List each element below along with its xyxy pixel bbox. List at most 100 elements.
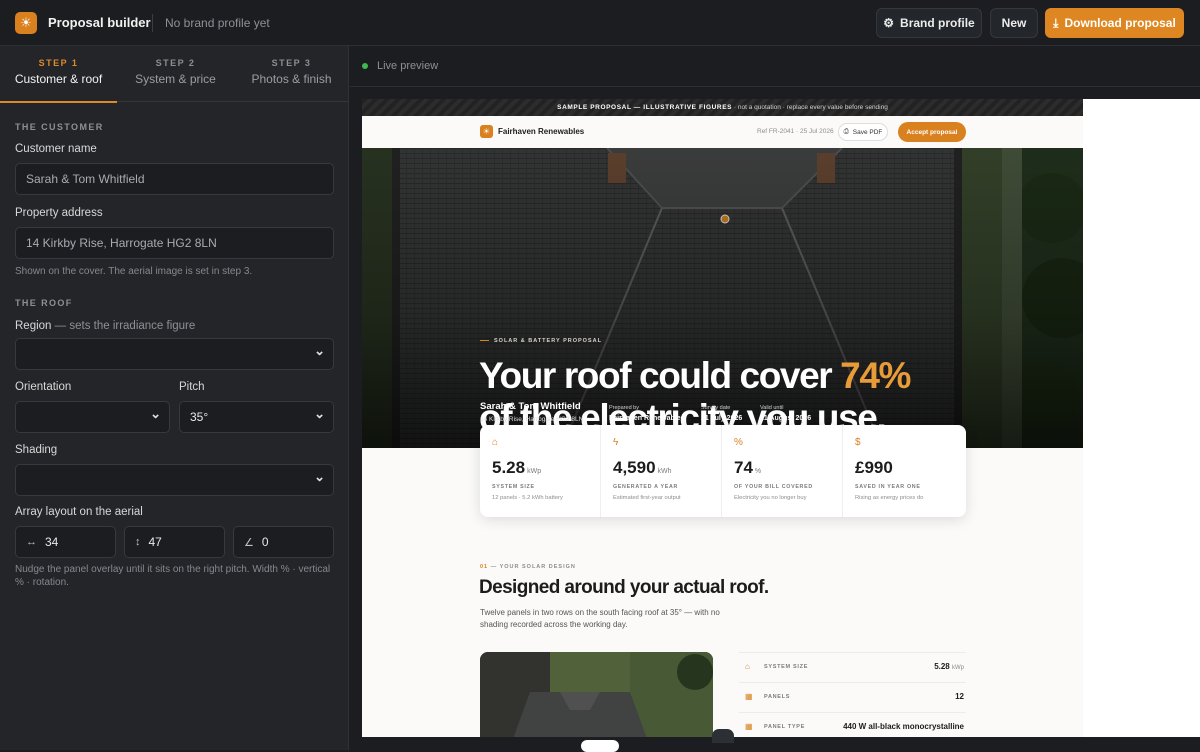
tab-step-3[interactable]: STEP 3 Photos & finish (233, 46, 350, 102)
house-icon: ⌂ (745, 662, 750, 671)
survey-date-value: 21 July 2026 (701, 415, 743, 422)
customer-name-value: Sarah & Tom Whitfield (26, 172, 145, 186)
array-vertical-input[interactable]: ↕ 47 (124, 526, 225, 558)
accept-proposal-button[interactable]: Accept proposal (898, 122, 966, 142)
section-eyebrow: 01 — YOUR SOLAR DESIGN (480, 564, 576, 570)
scroll-handle[interactable] (712, 729, 734, 743)
sample-banner: SAMPLE PROPOSAL — ILLUSTRATIVE FIGURES ·… (362, 99, 1083, 116)
array-rotation-value: 0 (261, 535, 269, 549)
section-title: Designed around your actual roof. (479, 577, 769, 598)
top-bar: ☀ Proposal builder No brand profile yet … (0, 0, 1200, 46)
stat-value: 4,590 kWh (613, 458, 672, 478)
array-help: Nudge the panel overlay until it sits on… (15, 564, 331, 588)
divider (152, 14, 153, 32)
step-label: System & price (135, 72, 216, 86)
bolt-icon: ϟ (613, 437, 619, 448)
region-select[interactable] (15, 338, 334, 370)
orientation-label: Orientation (15, 381, 72, 393)
vertical-arrows-icon: ↕ (135, 536, 141, 548)
stat-caption: SYSTEM SIZE (492, 484, 535, 490)
stat-value: £990 (855, 458, 895, 478)
sidebar: STEP 1 Customer & roof STEP 2 System & p… (0, 46, 349, 750)
array-width-input[interactable]: ↔ 34 (15, 526, 116, 558)
valid-until-label: Valid until (760, 405, 784, 411)
address-label: Property address (15, 207, 103, 219)
stat-value: 74% (734, 458, 761, 478)
angle-icon: ∠ (244, 536, 254, 549)
stat-unit: kWp (527, 468, 542, 475)
spec-number: 440 W all-black monocrystalline (843, 722, 964, 731)
survey-date-label: Survey date (701, 405, 731, 411)
array-layout-label: Array layout on the aerial (15, 506, 143, 518)
key-stats-card: ⌂ 5.28 kWp SYSTEM SIZE 12 panels · 5.2 kW… (480, 425, 966, 517)
orientation-select[interactable] (15, 401, 170, 433)
spec-value: 5.28 kWp (934, 662, 964, 671)
step-number: STEP 3 (271, 58, 312, 68)
step-number: STEP 1 (38, 58, 79, 68)
spec-number: 5.28 (934, 662, 950, 671)
accept-label: Accept proposal (906, 128, 958, 136)
download-proposal-button[interactable]: ⤓ Download proposal (1045, 8, 1184, 38)
spec-key: PANEL TYPE (764, 724, 806, 730)
array-vertical-value: 47 (148, 535, 162, 549)
company-logo-icon: ☀ (480, 125, 493, 138)
panel-icon: ▦ (745, 722, 753, 731)
panel-icon: ▦ (745, 692, 753, 701)
customer-name-field[interactable]: Sarah & Tom Whitfield (15, 163, 334, 195)
pitch-value: 35° (190, 410, 209, 424)
step-number: STEP 2 (155, 58, 196, 68)
pitch-label: Pitch (179, 381, 205, 393)
company-name: Fairhaven Renewables (498, 127, 585, 136)
divider (350, 86, 1200, 87)
hero-customer-address: 14 Kirkby Rise, Harrogate HG2 8LN (480, 416, 584, 423)
stat-saved: $ £990 SAVED IN YEAR ONE Rising as energ… (843, 425, 964, 517)
spec-value: 12 (955, 692, 964, 701)
section-heading-roof: THE ROOF (15, 298, 73, 308)
proposal-document[interactable]: SAMPLE PROPOSAL — ILLUSTRATIVE FIGURES ·… (362, 99, 1083, 737)
region-label-text: Region (15, 320, 52, 332)
spec-row: ▦ PANELS 12 (739, 682, 966, 712)
sun-logo-icon: ☀ (15, 12, 37, 34)
brand-profile-label: Brand profile (900, 16, 975, 30)
save-pdf-button[interactable]: ⎙ Save PDF (838, 123, 888, 141)
step-tabs: STEP 1 Customer & roof STEP 2 System & p… (0, 46, 350, 103)
roof-design-aerial (480, 652, 713, 737)
section-eyebrow-text: — YOUR SOLAR DESIGN (490, 564, 576, 570)
live-preview-label: Live preview (362, 60, 438, 72)
array-width-value: 34 (45, 535, 59, 549)
array-rotation-input[interactable]: ∠ 0 (233, 526, 334, 558)
stat-caption: OF YOUR BILL COVERED (734, 484, 813, 490)
shading-label: Shading (15, 444, 58, 456)
zoom-control[interactable] (581, 740, 619, 752)
stat-number: 4,590 (613, 458, 656, 477)
brand-profile-button[interactable]: ⚙ Brand profile (876, 8, 982, 38)
roof-design-image (480, 652, 713, 737)
shading-select[interactable] (15, 464, 334, 496)
live-preview-text: Live preview (377, 60, 439, 72)
new-button[interactable]: New (990, 8, 1038, 38)
prepared-by: Prepared by Fairhaven Renewables (609, 405, 684, 422)
section-text: Twelve panels in two rows on the south f… (480, 608, 720, 629)
spec-row: ⌂ SYSTEM SIZE 5.28 kWp (739, 652, 966, 682)
pitch-select[interactable]: 35° (179, 401, 334, 433)
stat-generated: ϟ 4,590 kWh GENERATED A YEAR Estimated fi… (601, 425, 722, 517)
hero-customer-name: Sarah & Tom Whitfield (480, 401, 581, 412)
tab-step-1[interactable]: STEP 1 Customer & roof (0, 46, 117, 103)
live-status-dot-icon (362, 63, 368, 70)
address-field[interactable]: 14 Kirkby Rise, Harrogate HG2 8LN (15, 227, 334, 259)
app-title: Proposal builder (48, 15, 151, 30)
printer-icon: ⎙ (843, 128, 849, 135)
spec-number: 12 (955, 692, 964, 701)
section-heading-customer: THE CUSTOMER (15, 122, 104, 132)
prepared-by-value: Fairhaven Renewables (609, 415, 685, 422)
section-number: 01 (480, 564, 489, 570)
stat-number: £990 (855, 458, 893, 477)
region-sub: — sets the irradiance figure (54, 320, 196, 332)
tab-step-2[interactable]: STEP 2 System & price (117, 46, 234, 102)
stat-system-size: ⌂ 5.28 kWp SYSTEM SIZE 12 panels · 5.2 kW… (480, 425, 601, 517)
customer-name-label: Customer name (15, 143, 97, 155)
spec-unit: kWp (952, 665, 964, 671)
gear-icon: ⚙ (883, 16, 895, 30)
document-nav: ☀ Fairhaven Renewables Ref FR-2041 · 25 … (362, 116, 1083, 148)
valid-until-value: 21 August 2026 (760, 415, 812, 422)
